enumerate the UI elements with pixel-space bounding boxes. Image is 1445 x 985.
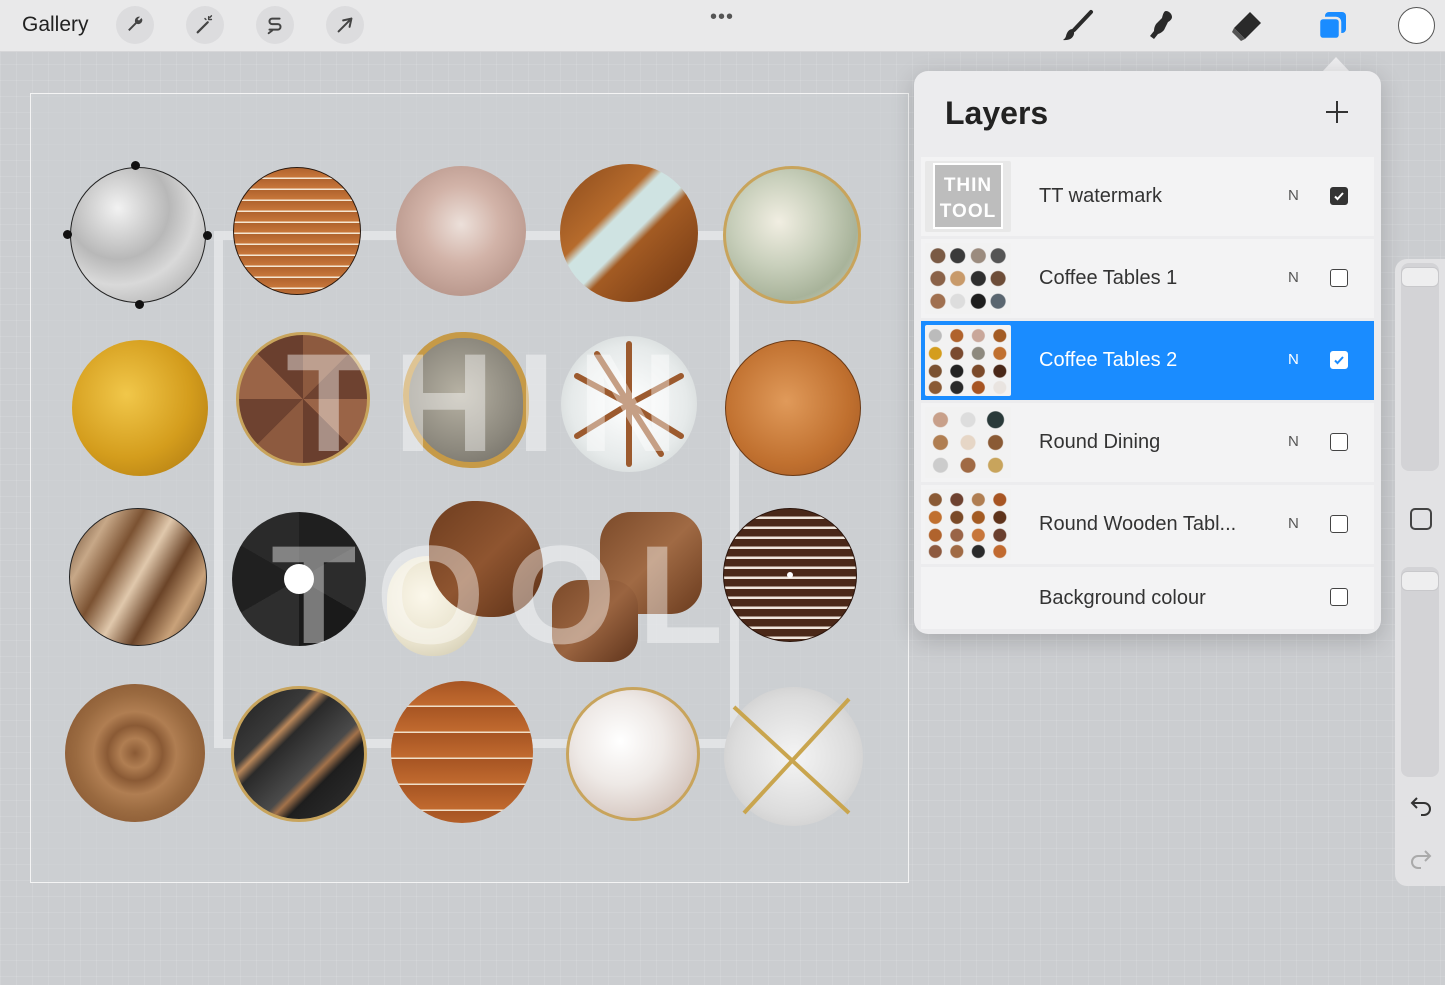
brush-button[interactable]	[1058, 6, 1098, 46]
transform-handle[interactable]	[63, 230, 72, 239]
thumb-text-line1: THIN	[943, 175, 993, 196]
artwork-canvas[interactable]: THIN TOOL	[30, 93, 909, 883]
layer-thumbnail	[925, 407, 1011, 478]
redo-icon	[1411, 850, 1432, 869]
layer-thumbnail	[925, 489, 1011, 560]
transform-handle[interactable]	[135, 300, 144, 309]
blend-mode-button[interactable]: N	[1288, 269, 1299, 286]
table-hammered-brass	[72, 340, 208, 476]
table-river-wood	[560, 164, 698, 302]
table-starburst-glass	[561, 336, 697, 472]
transform-button[interactable]	[326, 6, 364, 44]
table-rose-metal	[396, 166, 526, 296]
table-driftwood	[69, 508, 207, 646]
opacity-slider[interactable]	[1401, 567, 1439, 777]
visibility-checkbox[interactable]	[1330, 351, 1348, 369]
table-green-onyx	[723, 166, 861, 304]
blend-mode-button[interactable]: N	[1288, 515, 1299, 532]
layer-thumbnail: THIN TOOL	[925, 161, 1011, 232]
redo-button[interactable]	[1409, 847, 1433, 874]
layer-row-coffee-tables-1[interactable]: Coffee Tables 1 N	[921, 239, 1374, 318]
table-pair-walnut-small	[552, 580, 638, 662]
side-toolbar	[1395, 259, 1445, 886]
move-arrow-icon	[337, 17, 353, 33]
slider-handle[interactable]	[1401, 571, 1439, 591]
checkmark-icon	[1334, 356, 1344, 365]
plus-icon	[1326, 101, 1348, 123]
brush-icon	[1063, 10, 1093, 41]
blend-mode-button[interactable]: N	[1288, 187, 1299, 204]
watermark-frame	[214, 231, 739, 748]
gallery-button[interactable]: Gallery	[22, 13, 89, 37]
color-picker-button[interactable]	[1398, 7, 1435, 44]
modify-button[interactable]	[1410, 508, 1432, 530]
layers-button[interactable]	[1312, 6, 1352, 46]
table-plank-wood	[391, 681, 533, 823]
layers-icon	[1317, 12, 1346, 41]
layer-row-tt-watermark[interactable]: THIN TOOL TT watermark N	[921, 157, 1374, 236]
selection-button[interactable]	[256, 6, 294, 44]
layer-thumbnail	[925, 325, 1011, 396]
layer-name: Coffee Tables 2	[1039, 349, 1178, 371]
layer-thumbnail	[925, 243, 1011, 314]
actions-wrench-button[interactable]	[116, 6, 154, 44]
selection-s-icon	[267, 17, 282, 35]
crossed-legs-icon	[732, 697, 851, 815]
add-layer-button[interactable]	[1324, 99, 1350, 125]
undo-icon	[1410, 797, 1431, 816]
smudge-icon	[1150, 11, 1172, 39]
table-walnut-segments	[236, 332, 370, 466]
eraser-button[interactable]	[1226, 6, 1266, 46]
layer-name: Round Wooden Tabl...	[1039, 513, 1237, 535]
table-crossed-marble	[724, 687, 863, 826]
visibility-checkbox[interactable]	[1330, 515, 1348, 533]
wrench-icon	[128, 16, 143, 31]
visibility-checkbox[interactable]	[1330, 269, 1348, 287]
visibility-checkbox[interactable]	[1330, 433, 1348, 451]
top-toolbar: Gallery •••	[0, 0, 1445, 52]
visibility-checkbox[interactable]	[1330, 187, 1348, 205]
table-slatted-dark	[723, 508, 857, 642]
table-white-marble	[566, 687, 700, 821]
blend-mode-button[interactable]: N	[1288, 351, 1299, 368]
table-parquet-square	[65, 684, 205, 822]
panel-pointer	[1322, 57, 1350, 72]
slider-handle[interactable]	[1401, 267, 1439, 287]
blend-mode-button[interactable]: N	[1288, 433, 1299, 450]
layer-name: TT watermark	[1039, 185, 1162, 207]
layer-name: Round Dining	[1039, 431, 1161, 453]
magic-wand-icon	[196, 15, 213, 34]
transform-handle[interactable]	[131, 161, 140, 170]
transform-handle[interactable]	[203, 231, 212, 240]
undo-button[interactable]	[1409, 794, 1433, 821]
smudge-button[interactable]	[1142, 6, 1182, 46]
table-slatted-wood	[233, 167, 361, 295]
layer-row-background-colour[interactable]: Background colour	[921, 567, 1374, 629]
table-black-segmented	[232, 512, 366, 646]
layer-row-round-wooden-tables[interactable]: Round Wooden Tabl... N	[921, 485, 1374, 564]
visibility-checkbox[interactable]	[1330, 588, 1348, 606]
table-amber-wood	[725, 340, 861, 476]
layers-title: Layers	[945, 95, 1049, 131]
adjustments-wand-button[interactable]	[186, 6, 224, 44]
layer-name: Coffee Tables 1	[1039, 267, 1178, 289]
eraser-icon	[1232, 12, 1261, 41]
layer-name: Background colour	[1039, 587, 1206, 609]
layer-row-round-dining[interactable]: Round Dining N	[921, 403, 1374, 482]
checkmark-icon	[1334, 192, 1344, 201]
starburst-legs-icon	[574, 341, 684, 467]
table-grey-marble	[70, 167, 206, 303]
layers-panel: Layers THIN TOOL TT watermark N Coffee T…	[914, 71, 1381, 634]
more-options-dots[interactable]: •••	[710, 6, 734, 29]
thumb-text-line2: TOOL	[939, 201, 997, 222]
brush-size-slider[interactable]	[1401, 263, 1439, 471]
layer-row-coffee-tables-2[interactable]: Coffee Tables 2 N	[921, 321, 1374, 400]
table-black-gold-marble	[231, 686, 367, 822]
